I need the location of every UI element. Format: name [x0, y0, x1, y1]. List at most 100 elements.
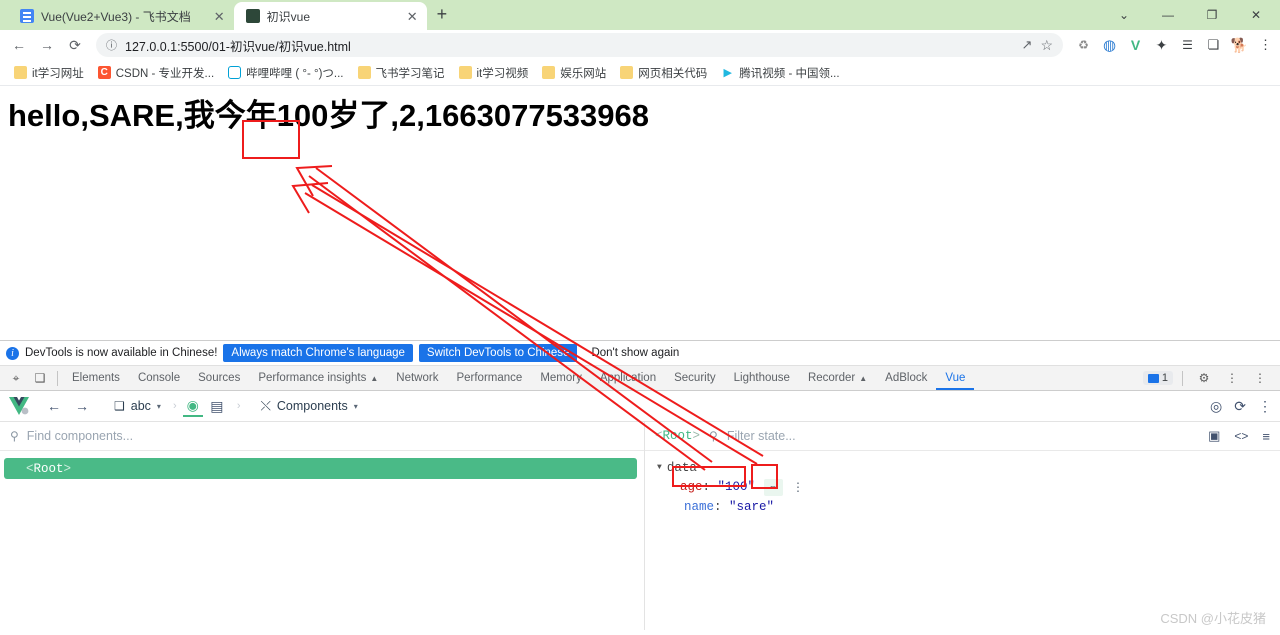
device-toolbar-icon[interactable]: ❑: [28, 367, 52, 389]
devtools-panel: i DevTools is now available in Chinese! …: [0, 340, 1280, 635]
address-bar[interactable]: ⓘ 127.0.0.1:5500/01-初识vue/初识vue.html ↗ ☆: [96, 33, 1063, 57]
select-component-target-icon[interactable]: ◎: [1210, 398, 1222, 415]
view-selector[interactable]: ⤬ Components ▾: [255, 398, 364, 414]
vue-forward-icon[interactable]: →: [68, 394, 96, 418]
new-tab-button[interactable]: +: [427, 5, 458, 25]
bookmark-label: it学习网址: [32, 67, 84, 80]
components-pane: ⚲ Find components... < Root >: [0, 422, 645, 630]
message-count-badge[interactable]: 1: [1142, 371, 1173, 385]
grid-icon[interactable]: ▤: [203, 394, 231, 418]
tab-memory[interactable]: Memory: [531, 366, 591, 390]
instance-icon[interactable]: ◉: [183, 395, 203, 417]
component-tree: < Root >: [0, 451, 644, 479]
edit-value-icon[interactable]: ✏: [764, 478, 784, 496]
side-panel-icon[interactable]: ❏: [1205, 37, 1222, 54]
vue-panel-menu-icon[interactable]: ⋮: [1258, 398, 1272, 415]
folder-icon: [458, 66, 472, 79]
tab-adblock[interactable]: AdBlock: [876, 366, 936, 390]
find-components-input[interactable]: Find components...: [27, 429, 133, 443]
app-selector[interactable]: ❑ abc ▾: [108, 399, 167, 413]
minimize-button[interactable]: —: [1146, 1, 1190, 29]
tab-performance[interactable]: Performance: [447, 366, 531, 390]
bookmark-item[interactable]: 飞书学习笔记: [352, 63, 451, 83]
close-window-button[interactable]: ✕: [1234, 1, 1278, 29]
state-pane: <Root> ⚲ Filter state... ▣ <> ≡ ▼ data a…: [645, 422, 1280, 630]
browser-tab-1[interactable]: Vue(Vue2+Vue3) - 飞书文档 ✕: [8, 2, 234, 30]
bookmark-item[interactable]: 娱乐网站: [536, 63, 612, 83]
profile-avatar[interactable]: 🐕: [1231, 37, 1248, 54]
bookmark-item[interactable]: 网页相关代码: [614, 63, 713, 83]
state-entry-text: age: "100": [680, 480, 756, 494]
tab-label: Performance insights: [258, 372, 367, 384]
folder-icon: [357, 66, 371, 79]
component-tree-item-root[interactable]: < Root >: [4, 458, 637, 479]
bookmark-item[interactable]: it学习视频: [453, 63, 535, 83]
tab-vue[interactable]: Vue: [936, 366, 974, 390]
tab-lighthouse[interactable]: Lighthouse: [725, 366, 799, 390]
bookmark-item[interactable]: it学习网址: [8, 63, 90, 83]
tab-network[interactable]: Network: [387, 366, 447, 390]
find-components-row[interactable]: ⚲ Find components...: [0, 422, 644, 451]
state-entry-text: name: "sare": [684, 500, 775, 514]
folder-icon: [542, 66, 556, 79]
snapshot-icon[interactable]: ▣: [1208, 428, 1220, 444]
share-icon[interactable]: ↗: [1022, 37, 1033, 53]
playlist-extension-icon[interactable]: ☰: [1179, 37, 1196, 54]
maximize-button[interactable]: ❐: [1190, 1, 1234, 29]
chrome-menu-icon[interactable]: ⋮: [1257, 37, 1274, 54]
vue-devtools-extension-icon[interactable]: V: [1127, 37, 1144, 54]
state-entry-age[interactable]: age: "100" ✏ ⋮: [657, 477, 1280, 497]
list-icon[interactable]: ≡: [1262, 429, 1270, 444]
tab-close-icon[interactable]: ✕: [391, 10, 418, 23]
bookmark-label: 网页相关代码: [638, 67, 708, 80]
bookmark-star-icon[interactable]: ☆: [1040, 37, 1053, 54]
tab-strip: Vue(Vue2+Vue3) - 飞书文档 ✕ 初识vue ✕ + ⌄ — ❐ …: [0, 0, 1280, 30]
components-tree-icon: ⤬: [260, 398, 271, 413]
devtools-more-icon[interactable]: ⋮: [1220, 367, 1244, 389]
devtools-close-icon[interactable]: ⋮: [1248, 367, 1272, 389]
inspect-element-icon[interactable]: ⌖: [4, 367, 28, 389]
tab-performance-insights[interactable]: Performance insights ▲: [249, 366, 387, 390]
message-count: 1: [1161, 372, 1168, 384]
devtools-settings-icon[interactable]: ⚙: [1192, 367, 1216, 389]
tab-close-icon[interactable]: ✕: [198, 10, 225, 23]
always-match-language-button[interactable]: Always match Chrome's language: [223, 344, 413, 362]
tab-application[interactable]: Application: [591, 366, 665, 390]
window-controls: ⌄ — ❐ ✕: [1102, 1, 1280, 29]
recycle-extension-icon[interactable]: ♻: [1075, 37, 1092, 54]
state-group-data[interactable]: ▼ data: [657, 458, 1280, 477]
state-entry-menu-icon[interactable]: ⋮: [792, 480, 804, 495]
state-tree: ▼ data age: "100" ✏ ⋮ name: "sare": [645, 451, 1280, 517]
browser-tab-2[interactable]: 初识vue ✕: [233, 2, 427, 30]
browser-extension-icon[interactable]: ◍: [1101, 37, 1118, 54]
page-viewport: hello,SARE,我今年100岁了,2,1663077533968: [0, 86, 1280, 331]
switch-to-chinese-button[interactable]: Switch DevTools to Chinese: [418, 344, 578, 362]
tab-elements[interactable]: Elements: [63, 366, 129, 390]
filter-state-input[interactable]: Filter state...: [727, 429, 796, 443]
search-icon: ⚲: [10, 429, 19, 443]
vue-back-icon[interactable]: ←: [40, 394, 68, 418]
tab-security[interactable]: Security: [665, 366, 725, 390]
bookmark-item[interactable]: ▶ 腾讯视频 - 中国领...: [715, 63, 845, 83]
state-entry-name[interactable]: name: "sare": [657, 497, 1280, 517]
tab-search-icon[interactable]: ⌄: [1102, 1, 1146, 29]
app-selector-label: abc: [130, 399, 151, 413]
tab-recorder[interactable]: Recorder ▲: [799, 366, 876, 390]
bookmark-item[interactable]: C CSDN - 专业开发...: [92, 63, 220, 83]
refresh-icon[interactable]: ⟳: [1234, 398, 1246, 415]
bookmark-label: 腾讯视频 - 中国领...: [739, 67, 840, 80]
extensions-puzzle-icon[interactable]: ✦: [1153, 37, 1170, 54]
message-icon: [1147, 373, 1159, 383]
devtools-tab-bar: ⌖ ❑ Elements Console Sources Performance…: [0, 366, 1280, 391]
code-icon[interactable]: <>: [1234, 429, 1248, 443]
site-info-icon[interactable]: ⓘ: [106, 37, 117, 53]
forward-icon[interactable]: →: [34, 32, 60, 58]
tab-console[interactable]: Console: [129, 366, 189, 390]
tab-sources[interactable]: Sources: [189, 366, 249, 390]
dont-show-again-button[interactable]: Don't show again: [583, 344, 688, 362]
reload-icon[interactable]: ⟳: [62, 32, 88, 58]
back-icon[interactable]: ←: [6, 32, 32, 58]
tab-title: Vue(Vue2+Vue3) - 飞书文档: [41, 9, 191, 24]
chevron-down-icon: ▾: [353, 401, 358, 411]
bookmark-item[interactable]: 哔哩哔哩 ( °- °)つ...: [222, 63, 349, 83]
